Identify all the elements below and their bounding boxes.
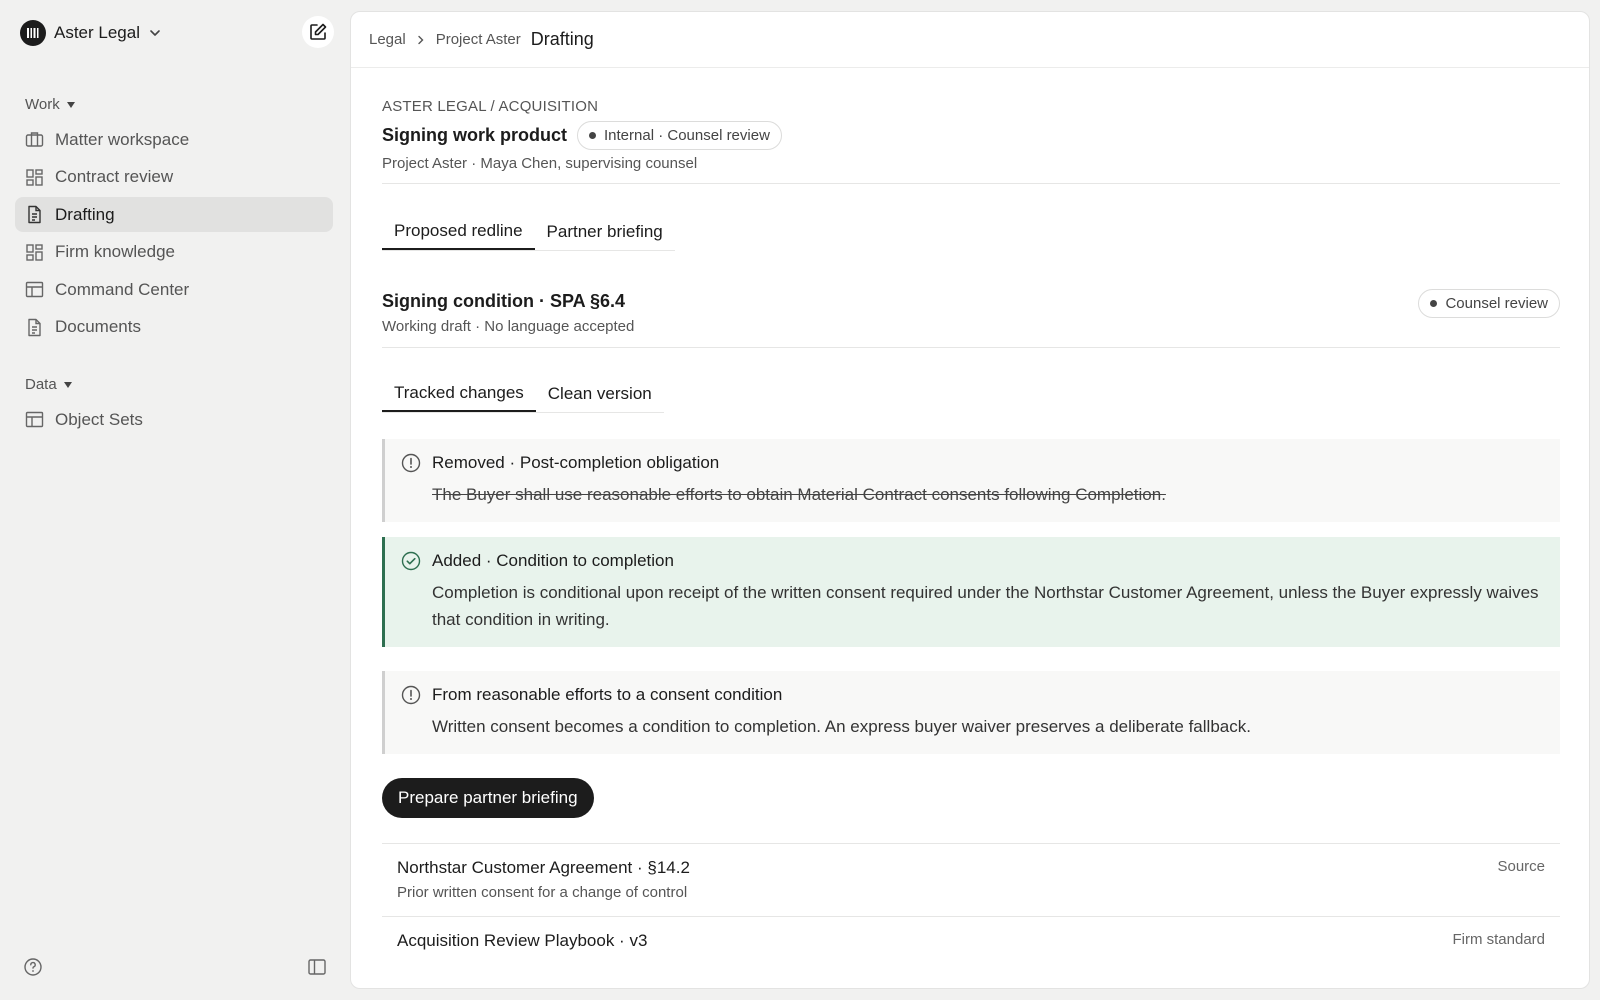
document-icon xyxy=(25,318,44,337)
breadcrumb-legal[interactable]: Legal xyxy=(369,31,406,48)
sidebar-item-label: Command Center xyxy=(55,279,190,299)
content: ASTER LEGAL / ACQUISITION Signing work p… xyxy=(382,68,1560,988)
data-section-toggle[interactable]: Data xyxy=(25,376,73,393)
change-body: Completion is conditional upon receipt o… xyxy=(432,583,1539,629)
sidebar-item-label: Documents xyxy=(55,317,141,336)
divider xyxy=(382,347,1560,348)
breadcrumb: Legal Project Aster Drafting xyxy=(351,12,1589,68)
sidebar-item-matter-workspace[interactable]: Matter workspace xyxy=(15,122,333,157)
change-title: Added · Condition to completion xyxy=(432,551,674,570)
change-card-added: Added · Condition to completion Completi… xyxy=(382,537,1560,647)
edit-icon xyxy=(308,22,328,42)
change-body: Written consent becomes a condition to c… xyxy=(432,717,1251,736)
table-icon xyxy=(25,410,44,429)
prepare-partner-briefing-button[interactable]: Prepare partner briefing xyxy=(382,778,594,818)
source-subtitle: Prior written consent for a change of co… xyxy=(397,884,688,901)
sidebar-item-command-center[interactable]: Command Center xyxy=(15,272,333,307)
sidebar-item-documents[interactable]: Documents xyxy=(15,310,333,345)
work-section-label: Work xyxy=(25,96,60,113)
tab-bar: Proposed redline Partner briefing xyxy=(382,214,675,251)
chevron-right-icon xyxy=(416,35,426,45)
sidebar-toggle-icon[interactable] xyxy=(307,957,327,977)
workspace-name: Aster Legal xyxy=(54,23,140,42)
grid-icon xyxy=(25,168,44,187)
alert-circle-icon xyxy=(401,453,421,473)
briefcase-icon xyxy=(25,130,44,149)
change-card-removed: Removed · Post-completion obligation The… xyxy=(382,439,1560,522)
sidebar-item-contract-review[interactable]: Contract review xyxy=(15,160,333,195)
section-badge-label: Counsel review xyxy=(1445,295,1548,312)
section-header: Signing condition · SPA §6.4 Working dra… xyxy=(382,289,1560,335)
compose-button[interactable] xyxy=(302,16,334,48)
workspace-switcher[interactable]: Aster Legal xyxy=(20,20,162,46)
tab-clean-version[interactable]: Clean version xyxy=(536,376,664,412)
sidebar-item-label: Contract review xyxy=(55,167,174,186)
data-section-label: Data xyxy=(25,376,57,393)
source-tag: Source xyxy=(1497,858,1545,875)
work-section-toggle[interactable]: Work xyxy=(25,96,76,113)
section-status-badge: Counsel review xyxy=(1418,289,1560,318)
page-meta: Project Aster · Maya Chen, supervising c… xyxy=(382,155,698,172)
table-icon xyxy=(25,280,44,299)
document-icon xyxy=(25,205,44,224)
sidebar-item-label: Drafting xyxy=(55,204,115,224)
grid-icon xyxy=(25,243,44,262)
source-list: Northstar Customer Agreement · §14.2 Pri… xyxy=(382,843,1560,988)
section-subtitle: Working draft · No language accepted xyxy=(382,318,635,335)
change-body: The Buyer shall use reasonable efforts t… xyxy=(432,485,1166,504)
source-row[interactable]: Acquisition Review Playbook · v3 Firm st… xyxy=(382,916,1560,988)
breadcrumb-current: Drafting xyxy=(530,29,594,49)
tab-proposed-redline[interactable]: Proposed redline xyxy=(382,214,535,250)
chevron-down-icon xyxy=(148,26,162,40)
main-panel: Legal Project Aster Drafting ASTER LEGAL… xyxy=(350,11,1590,989)
caret-down-icon xyxy=(63,380,73,390)
check-circle-icon xyxy=(401,551,421,571)
work-nav: Matter workspace Contract review Draftin… xyxy=(15,122,333,347)
change-card-note: From reasonable efforts to a consent con… xyxy=(382,671,1560,754)
subtab-bar: Tracked changes Clean version xyxy=(382,376,664,413)
status-badge: Internal · Counsel review xyxy=(577,121,782,150)
caret-down-icon xyxy=(66,100,76,110)
tab-partner-briefing[interactable]: Partner briefing xyxy=(535,214,675,250)
divider xyxy=(382,183,1560,184)
source-tag: Firm standard xyxy=(1452,931,1545,948)
sidebar-item-label: Firm knowledge xyxy=(55,242,175,261)
source-title: Acquisition Review Playbook · v3 xyxy=(397,931,648,950)
sidebar-item-label: Matter workspace xyxy=(55,129,190,149)
page-eyebrow: ASTER LEGAL / ACQUISITION xyxy=(382,98,599,115)
alert-circle-icon xyxy=(401,685,421,705)
source-title: Northstar Customer Agreement · §14.2 xyxy=(397,858,690,877)
sidebar: Aster Legal Work Matter workspace Contra… xyxy=(0,0,350,1000)
section-title: Signing condition · SPA §6.4 xyxy=(382,291,626,311)
page-title: Signing work product xyxy=(382,125,567,145)
status-dot xyxy=(589,132,596,139)
sidebar-item-firm-knowledge[interactable]: Firm knowledge xyxy=(15,235,333,270)
workspace-logo-icon xyxy=(20,20,46,46)
status-badge-label: Internal · Counsel review xyxy=(604,127,770,144)
source-row[interactable]: Northstar Customer Agreement · §14.2 Pri… xyxy=(382,843,1560,916)
data-nav: Object Sets xyxy=(15,402,333,440)
tab-tracked-changes[interactable]: Tracked changes xyxy=(382,376,536,412)
status-dot xyxy=(1430,300,1438,307)
sidebar-item-drafting[interactable]: Drafting xyxy=(15,197,333,232)
sidebar-item-object-sets[interactable]: Object Sets xyxy=(15,402,333,437)
sidebar-item-label: Object Sets xyxy=(55,409,143,429)
change-title: Removed · Post-completion obligation xyxy=(432,453,720,472)
change-title: From reasonable efforts to a consent con… xyxy=(432,685,783,704)
help-icon[interactable] xyxy=(23,957,43,977)
breadcrumb-project-aster[interactable]: Project Aster xyxy=(436,31,521,48)
